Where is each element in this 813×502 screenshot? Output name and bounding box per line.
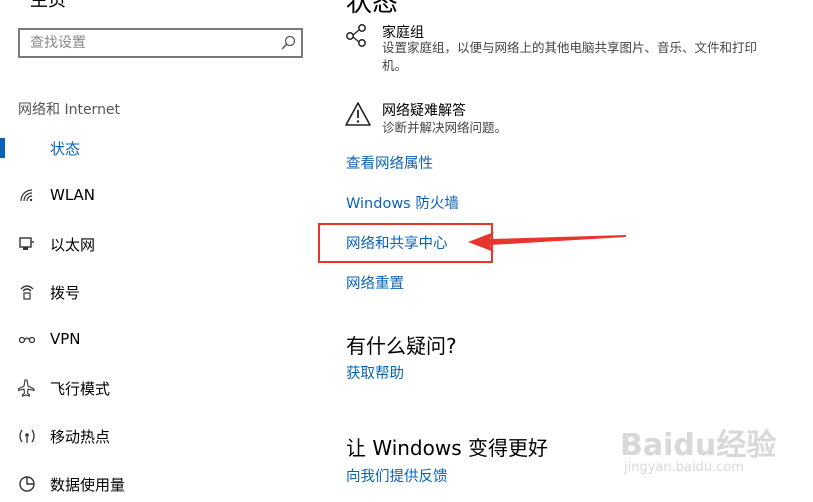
watermark-url: jingyan.baidu.com [624,460,744,475]
dialup-icon [20,285,34,300]
highlight-box [318,223,493,263]
homegroup-description-cont: 机。 [382,58,408,73]
sidebar-item-vpn[interactable]: VPN [0,322,310,358]
vpn-icon [18,336,36,344]
sidebar-item-status[interactable]: 状态 [0,130,310,166]
sidebar-item-label: 以太网 [50,236,96,254]
view-network-properties-link[interactable]: 查看网络属性 [346,152,433,173]
sidebar-item-label: WLAN [50,186,96,204]
improve-heading: 让 Windows 变得更好 [346,436,548,460]
search-input[interactable] [20,30,280,56]
warning-icon [345,102,371,126]
airplane-icon [18,379,35,397]
section-label: 网络和 Internet [18,102,121,118]
data-usage-icon [19,476,35,492]
red-arrow-annotation [468,232,626,252]
search-icon[interactable] [279,34,297,52]
questions-heading: 有什么疑问? [346,334,457,358]
active-indicator [0,138,5,158]
windows-firewall-link[interactable]: Windows 防火墙 [346,192,459,213]
troubleshoot-title[interactable]: 网络疑难解答 [382,100,466,120]
sidebar-item-dialup[interactable]: 拨号 [0,274,310,310]
troubleshoot-description: 诊断并解决网络问题。 [382,120,508,135]
sidebar-item-label: 拨号 [50,284,81,302]
baidu-watermark: Baidu经验 jingyan.baidu.com [620,420,780,490]
sidebar-item-label: 移动热点 [50,428,111,446]
page-title: 状态 [346,0,399,18]
wifi-icon [20,189,33,202]
get-help-link[interactable]: 获取帮助 [346,362,404,383]
ethernet-icon [19,237,34,250]
home-link[interactable]: 主页 [30,0,66,12]
sidebar-item-ethernet[interactable]: 以太网 [0,226,310,262]
sidebar-item-label: VPN [50,330,81,348]
sidebar-item-label: 飞行模式 [50,380,111,398]
search-box[interactable] [18,28,303,58]
network-reset-link[interactable]: 网络重置 [346,272,404,293]
watermark-logo-text: Baidu经验 [620,428,777,463]
homegroup-icon [346,24,366,47]
homegroup-description: 设置家庭组，以便与网络上的其他电脑共享图片、音乐、文件和打印 [382,40,758,55]
sidebar-item-data-usage[interactable]: 数据使用量 [0,466,310,502]
sidebar-item-label: 数据使用量 [50,476,126,494]
hotspot-icon [19,429,35,443]
sidebar-item-wlan[interactable]: WLAN [0,178,310,214]
feedback-link[interactable]: 向我们提供反馈 [346,465,448,486]
sidebar-item-hotspot[interactable]: 移动热点 [0,418,310,454]
sidebar-item-airplane[interactable]: 飞行模式 [0,370,310,406]
sidebar-item-label: 状态 [50,140,81,158]
